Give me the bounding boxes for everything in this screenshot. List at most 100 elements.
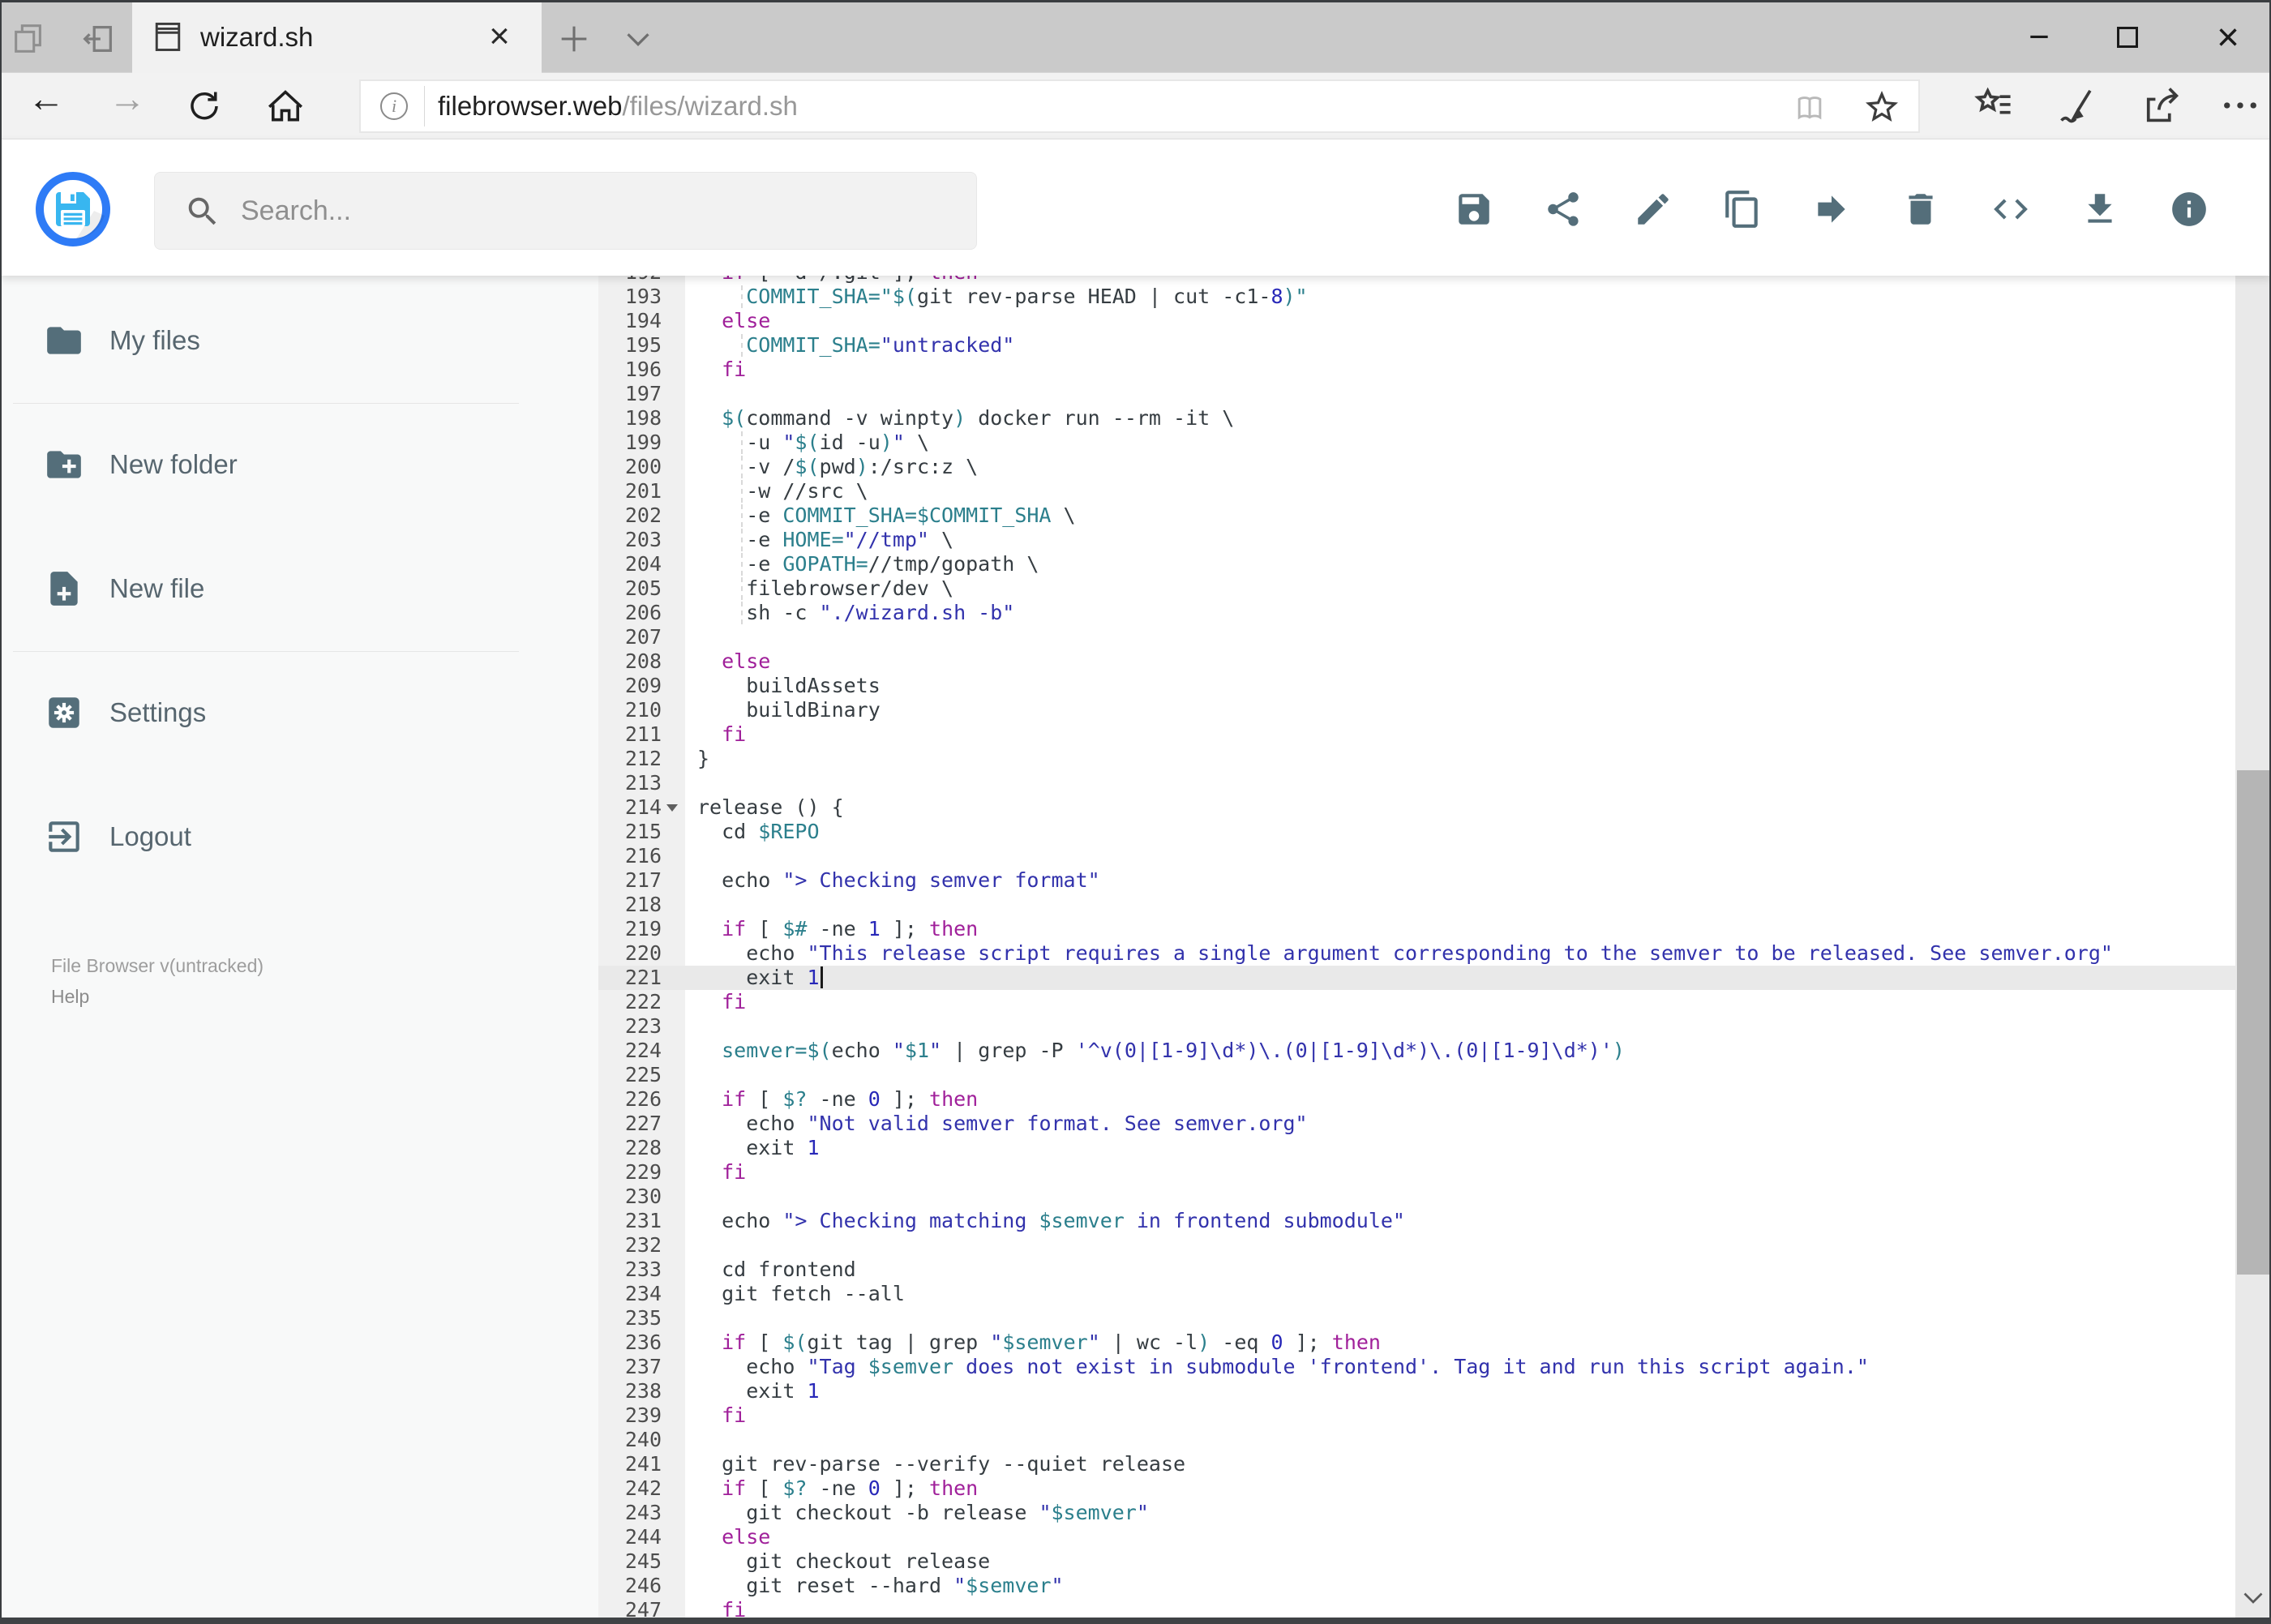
code-line-229[interactable]: 229 fi xyxy=(598,1160,2235,1185)
code-line-236[interactable]: 236 if [ $(git tag | grep "$semver" | wc… xyxy=(598,1330,2235,1355)
line-number[interactable]: 202 xyxy=(598,503,662,528)
line-number[interactable]: 241 xyxy=(598,1452,662,1476)
line-number[interactable]: 200 xyxy=(598,455,662,479)
code-line-240[interactable]: 240 xyxy=(598,1428,2235,1452)
code-line-243[interactable]: 243 git checkout -b release "$semver" xyxy=(598,1501,2235,1525)
code-line-200[interactable]: 200 -v /$(pwd):/src:z \ xyxy=(598,455,2235,479)
new-tab-button[interactable] xyxy=(555,20,593,58)
line-number[interactable]: 233 xyxy=(598,1258,662,1282)
web-note-pen-icon[interactable] xyxy=(2055,84,2097,126)
code-line-214[interactable]: 214 release () { xyxy=(598,795,2235,820)
line-number[interactable]: 203 xyxy=(598,528,662,552)
line-number[interactable]: 236 xyxy=(598,1330,662,1355)
line-number[interactable]: 214 xyxy=(598,795,662,820)
code-line-212[interactable]: 212} xyxy=(598,747,2235,771)
code-line-241[interactable]: 241 git rev-parse --verify --quiet relea… xyxy=(598,1452,2235,1476)
favorite-star-icon[interactable] xyxy=(1862,88,1901,126)
line-number[interactable]: 205 xyxy=(598,576,662,601)
delete-button[interactable] xyxy=(1900,189,1941,229)
code-line-221[interactable]: 221 exit 1 xyxy=(598,966,2235,990)
line-number[interactable]: 245 xyxy=(598,1549,662,1574)
line-number[interactable]: 246 xyxy=(598,1574,662,1598)
code-line-194[interactable]: 194 else xyxy=(598,309,2235,333)
line-number[interactable]: 234 xyxy=(598,1282,662,1306)
code-line-226[interactable]: 226 if [ $? -ne 0 ]; then xyxy=(598,1087,2235,1112)
line-number[interactable]: 212 xyxy=(598,747,662,771)
share-icon[interactable] xyxy=(2140,84,2183,126)
line-number[interactable]: 209 xyxy=(598,674,662,698)
line-number[interactable]: 218 xyxy=(598,893,662,917)
scrollbar-thumb[interactable] xyxy=(2237,770,2269,1275)
code-line-204[interactable]: 204 -e GOPATH=//tmp/gopath \ xyxy=(598,552,2235,576)
line-number[interactable]: 204 xyxy=(598,552,662,576)
search-input[interactable] xyxy=(239,173,953,249)
line-number[interactable]: 229 xyxy=(598,1160,662,1185)
code-line-247[interactable]: 247 fi xyxy=(598,1598,2235,1618)
line-number[interactable]: 201 xyxy=(598,479,662,503)
sidebar-item-logout[interactable]: Logout xyxy=(0,792,598,881)
code-line-220[interactable]: 220 echo "This release script requires a… xyxy=(598,941,2235,966)
code-line-197[interactable]: 197 xyxy=(598,382,2235,406)
tab-setaside-icon[interactable] xyxy=(79,20,117,58)
save-button[interactable] xyxy=(1454,189,1494,229)
minimize-button[interactable]: − xyxy=(2012,11,2066,64)
line-number[interactable]: 220 xyxy=(598,941,662,966)
code-line-246[interactable]: 246 git reset --hard "$semver" xyxy=(598,1574,2235,1598)
line-number[interactable]: 199 xyxy=(598,431,662,455)
line-number[interactable]: 240 xyxy=(598,1428,662,1452)
code-line-205[interactable]: 205 filebrowser/dev \ xyxy=(598,576,2235,601)
line-number[interactable]: 193 xyxy=(598,285,662,309)
move-button[interactable] xyxy=(1811,189,1852,229)
code-line-235[interactable]: 235 xyxy=(598,1306,2235,1330)
code-line-217[interactable]: 217 echo "> Checking semver format" xyxy=(598,868,2235,893)
line-number[interactable]: 247 xyxy=(598,1598,662,1618)
line-number[interactable]: 222 xyxy=(598,990,662,1014)
line-number[interactable]: 217 xyxy=(598,868,662,893)
line-number[interactable]: 224 xyxy=(598,1039,662,1063)
code-line-228[interactable]: 228 exit 1 xyxy=(598,1136,2235,1160)
address-bar[interactable]: i filebrowser.web/files/wizard.sh xyxy=(359,79,1920,133)
line-number[interactable]: 207 xyxy=(598,625,662,649)
raw-code-button[interactable] xyxy=(1990,189,2031,229)
line-number[interactable]: 208 xyxy=(598,649,662,674)
code-line-238[interactable]: 238 exit 1 xyxy=(598,1379,2235,1403)
code-line-211[interactable]: 211 fi xyxy=(598,722,2235,747)
code-line-202[interactable]: 202 -e COMMIT_SHA=$COMMIT_SHA \ xyxy=(598,503,2235,528)
more-options-icon[interactable] xyxy=(2219,84,2261,126)
search-box[interactable] xyxy=(154,172,977,250)
hub-icon[interactable] xyxy=(1973,84,2015,126)
chevron-down-icon[interactable] xyxy=(619,20,657,58)
code-line-245[interactable]: 245 git checkout release xyxy=(598,1549,2235,1574)
line-number[interactable]: 244 xyxy=(598,1525,662,1549)
line-number[interactable]: 230 xyxy=(598,1185,662,1209)
code-line-196[interactable]: 196 fi xyxy=(598,358,2235,382)
code-line-233[interactable]: 233 cd frontend xyxy=(598,1258,2235,1282)
code-line-223[interactable]: 223 xyxy=(598,1014,2235,1039)
home-icon[interactable] xyxy=(265,86,306,126)
line-number[interactable]: 228 xyxy=(598,1136,662,1160)
copy-button[interactable] xyxy=(1722,189,1763,229)
line-number[interactable]: 226 xyxy=(598,1087,662,1112)
line-number[interactable]: 243 xyxy=(598,1501,662,1525)
code-line-192[interactable]: 192 if [ -d /.git ]; then xyxy=(598,276,2235,285)
tab-wizard-sh[interactable]: wizard.sh × xyxy=(132,2,542,73)
code-line-209[interactable]: 209 buildAssets xyxy=(598,674,2235,698)
code-line-215[interactable]: 215 cd $REPO xyxy=(598,820,2235,844)
sidebar-item-new-file[interactable]: New file xyxy=(0,544,598,633)
code-line-219[interactable]: 219 if [ $# -ne 1 ]; then xyxy=(598,917,2235,941)
line-number[interactable]: 239 xyxy=(598,1403,662,1428)
line-number[interactable]: 232 xyxy=(598,1233,662,1258)
line-number[interactable]: 210 xyxy=(598,698,662,722)
line-number[interactable]: 227 xyxy=(598,1112,662,1136)
scroll-down-icon[interactable] xyxy=(2239,1583,2268,1612)
code-line-198[interactable]: 198 $(command -v winpty) docker run --rm… xyxy=(598,406,2235,431)
line-number[interactable]: 192 xyxy=(598,276,662,285)
close-button[interactable]: × xyxy=(2201,11,2255,64)
code-line-244[interactable]: 244 else xyxy=(598,1525,2235,1549)
line-number[interactable]: 242 xyxy=(598,1476,662,1501)
refresh-icon[interactable] xyxy=(184,86,225,126)
tabs-preview-icon[interactable] xyxy=(10,20,47,58)
line-number[interactable]: 219 xyxy=(598,917,662,941)
line-number[interactable]: 195 xyxy=(598,333,662,358)
line-number[interactable]: 221 xyxy=(598,966,662,990)
